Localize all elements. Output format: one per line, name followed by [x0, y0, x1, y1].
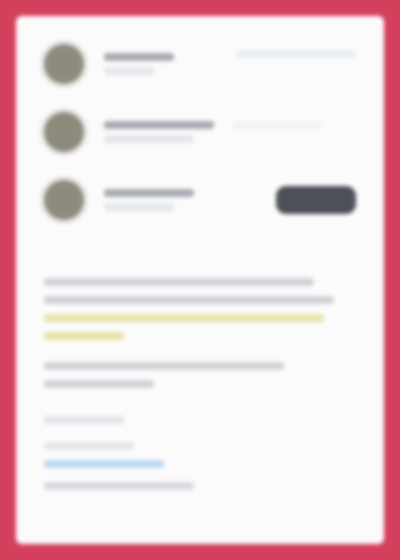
avatar [44, 180, 84, 220]
highlight-line [44, 332, 124, 340]
body-text [44, 442, 356, 450]
list-item-name-line [104, 121, 214, 129]
paragraph-line [44, 416, 124, 424]
popup-frame [0, 0, 400, 560]
list-item-name-line [104, 189, 194, 197]
paragraph-line [44, 278, 314, 286]
avatar [44, 112, 84, 152]
body-text [44, 278, 356, 340]
list-item-link-line [232, 122, 322, 130]
paragraph-line [44, 442, 134, 450]
paragraph-line [44, 296, 334, 304]
list-item-meta-line [104, 203, 174, 211]
paragraph-line [44, 362, 284, 370]
list-item-meta-line [104, 67, 154, 75]
footer-link[interactable] [44, 460, 164, 468]
list-item-meta-line [104, 135, 194, 143]
list-item-name-line [104, 53, 174, 61]
list-item-link-line [236, 50, 356, 58]
paragraph-line [44, 380, 154, 388]
highlight-line [44, 314, 324, 322]
body-text [44, 362, 356, 388]
list-item[interactable] [44, 44, 356, 84]
popup-panel [16, 16, 384, 544]
list-item[interactable] [44, 180, 356, 220]
list-item[interactable] [44, 112, 356, 152]
avatar [44, 44, 84, 84]
body-text [44, 416, 356, 424]
footer-text-line [44, 482, 194, 490]
list-item-text [104, 189, 254, 211]
follow-button[interactable] [276, 186, 356, 214]
